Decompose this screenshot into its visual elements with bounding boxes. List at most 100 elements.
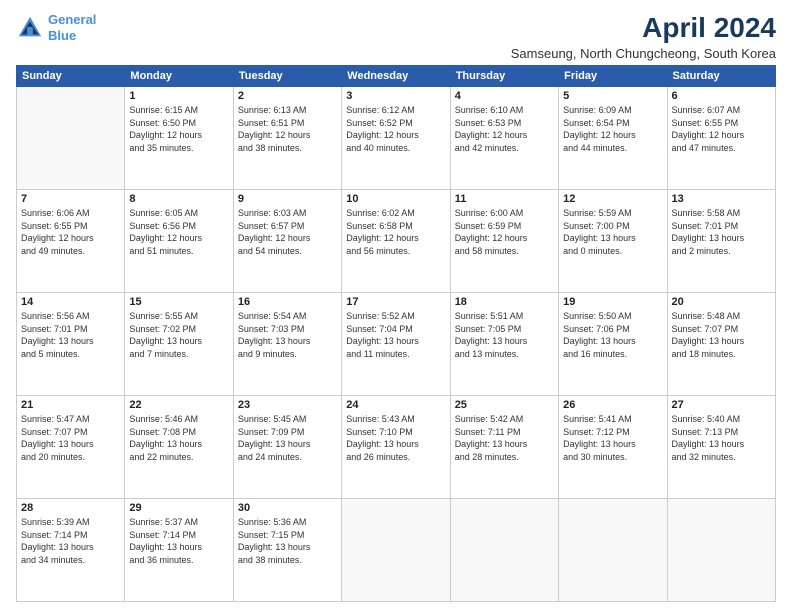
logo-general: General [48,12,96,27]
day-info: Sunrise: 5:51 AM Sunset: 7:05 PM Dayligh… [455,310,554,360]
logo: General Blue [16,12,96,43]
day-number: 24 [346,399,445,411]
calendar-day-header: Thursday [450,66,558,87]
calendar-week-row: 7 Sunrise: 6:06 AM Sunset: 6:55 PM Daylig… [17,190,776,293]
day-number: 26 [563,399,662,411]
day-number: 17 [346,296,445,308]
calendar-week-row: 1 Sunrise: 6:15 AM Sunset: 6:50 PM Daylig… [17,87,776,190]
calendar-cell: 7 Sunrise: 6:06 AM Sunset: 6:55 PM Daylig… [17,190,125,293]
day-info: Sunrise: 5:40 AM Sunset: 7:13 PM Dayligh… [672,413,771,463]
calendar-cell: 26 Sunrise: 5:41 AM Sunset: 7:12 PM Dayli… [559,396,667,499]
day-number: 27 [672,399,771,411]
calendar-cell: 23Sunrise: 5:45 AM Sunset: 7:09 PM Dayli… [233,396,341,499]
day-number: 3 [346,90,445,102]
day-number: 29 [129,502,228,514]
day-info: Sunrise: 6:06 AM Sunset: 6:55 PM Dayligh… [21,207,120,257]
logo-icon [16,14,44,42]
calendar-cell: 3 Sunrise: 6:12 AM Sunset: 6:52 PM Daylig… [342,87,450,190]
day-info: Sunrise: 5:43 AM Sunset: 7:10 PM Dayligh… [346,413,445,463]
day-info: Sunrise: 6:00 AM Sunset: 6:59 PM Dayligh… [455,207,554,257]
day-number: 11 [455,193,554,205]
day-info: Sunrise: 5:36 AM Sunset: 7:15 PM Dayligh… [238,516,337,566]
day-number: 30 [238,502,337,514]
day-number: 21 [21,399,120,411]
calendar-cell: 25 Sunrise: 5:42 AM Sunset: 7:11 PM Dayli… [450,396,558,499]
day-info: Sunrise: 6:02 AM Sunset: 6:58 PM Dayligh… [346,207,445,257]
calendar-day-header: Friday [559,66,667,87]
calendar-day-header: Saturday [667,66,775,87]
day-number: 28 [21,502,120,514]
day-info: Sunrise: 5:37 AM Sunset: 7:14 PM Dayligh… [129,516,228,566]
title-area: April 2024 Samseung, North Chungcheong, … [511,12,776,61]
calendar-cell: 2 Sunrise: 6:13 AM Sunset: 6:51 PM Daylig… [233,87,341,190]
calendar-cell: 21Sunrise: 5:47 AM Sunset: 7:07 PM Dayli… [17,396,125,499]
calendar-cell: 1 Sunrise: 6:15 AM Sunset: 6:50 PM Daylig… [125,87,233,190]
day-number: 6 [672,90,771,102]
day-number: 10 [346,193,445,205]
calendar-cell [17,87,125,190]
day-number: 4 [455,90,554,102]
calendar-header-row: SundayMondayTuesdayWednesdayThursdayFrid… [17,66,776,87]
day-number: 23 [238,399,337,411]
day-info: Sunrise: 6:05 AM Sunset: 6:56 PM Dayligh… [129,207,228,257]
calendar-table: SundayMondayTuesdayWednesdayThursdayFrid… [16,65,776,602]
calendar-cell: 17 Sunrise: 5:52 AM Sunset: 7:04 PM Dayli… [342,293,450,396]
day-info: Sunrise: 6:12 AM Sunset: 6:52 PM Dayligh… [346,104,445,154]
day-number: 8 [129,193,228,205]
day-number: 15 [129,296,228,308]
calendar-day-header: Sunday [17,66,125,87]
day-info: Sunrise: 6:09 AM Sunset: 6:54 PM Dayligh… [563,104,662,154]
day-info: Sunrise: 5:46 AM Sunset: 7:08 PM Dayligh… [129,413,228,463]
day-info: Sunrise: 5:48 AM Sunset: 7:07 PM Dayligh… [672,310,771,360]
day-info: Sunrise: 6:15 AM Sunset: 6:50 PM Dayligh… [129,104,228,154]
calendar-cell: 14 Sunrise: 5:56 AM Sunset: 7:01 PM Dayli… [17,293,125,396]
day-info: Sunrise: 5:41 AM Sunset: 7:12 PM Dayligh… [563,413,662,463]
calendar-week-row: 14 Sunrise: 5:56 AM Sunset: 7:01 PM Dayli… [17,293,776,396]
calendar-cell: 22 Sunrise: 5:46 AM Sunset: 7:08 PM Dayli… [125,396,233,499]
day-info: Sunrise: 5:54 AM Sunset: 7:03 PM Dayligh… [238,310,337,360]
calendar-cell: 10 Sunrise: 6:02 AM Sunset: 6:58 PM Dayli… [342,190,450,293]
calendar-cell: 6 Sunrise: 6:07 AM Sunset: 6:55 PM Daylig… [667,87,775,190]
day-number: 9 [238,193,337,205]
calendar-cell: 8 Sunrise: 6:05 AM Sunset: 6:56 PM Daylig… [125,190,233,293]
day-number: 20 [672,296,771,308]
day-info: Sunrise: 6:07 AM Sunset: 6:55 PM Dayligh… [672,104,771,154]
calendar-cell: 5Sunrise: 6:09 AM Sunset: 6:54 PM Daylig… [559,87,667,190]
day-info: Sunrise: 6:13 AM Sunset: 6:51 PM Dayligh… [238,104,337,154]
page: General Blue April 2024 Samseung, North … [0,0,792,612]
day-number: 2 [238,90,337,102]
day-info: Sunrise: 5:39 AM Sunset: 7:14 PM Dayligh… [21,516,120,566]
day-number: 13 [672,193,771,205]
calendar-day-header: Wednesday [342,66,450,87]
day-info: Sunrise: 6:03 AM Sunset: 6:57 PM Dayligh… [238,207,337,257]
calendar-cell: 30 Sunrise: 5:36 AM Sunset: 7:15 PM Dayli… [233,499,341,602]
calendar-day-header: Tuesday [233,66,341,87]
day-number: 19 [563,296,662,308]
day-number: 12 [563,193,662,205]
day-info: Sunrise: 5:42 AM Sunset: 7:11 PM Dayligh… [455,413,554,463]
day-info: Sunrise: 6:10 AM Sunset: 6:53 PM Dayligh… [455,104,554,154]
day-info: Sunrise: 5:55 AM Sunset: 7:02 PM Dayligh… [129,310,228,360]
calendar-cell: 11 Sunrise: 6:00 AM Sunset: 6:59 PM Dayli… [450,190,558,293]
day-info: Sunrise: 5:58 AM Sunset: 7:01 PM Dayligh… [672,207,771,257]
calendar-cell: 28 Sunrise: 5:39 AM Sunset: 7:14 PM Dayli… [17,499,125,602]
calendar-cell: 9 Sunrise: 6:03 AM Sunset: 6:57 PM Daylig… [233,190,341,293]
day-number: 7 [21,193,120,205]
calendar-cell: 20 Sunrise: 5:48 AM Sunset: 7:07 PM Dayli… [667,293,775,396]
day-number: 25 [455,399,554,411]
day-number: 16 [238,296,337,308]
calendar-day-header: Monday [125,66,233,87]
day-info: Sunrise: 5:56 AM Sunset: 7:01 PM Dayligh… [21,310,120,360]
calendar-cell: 19Sunrise: 5:50 AM Sunset: 7:06 PM Dayli… [559,293,667,396]
day-number: 18 [455,296,554,308]
calendar-cell: 18 Sunrise: 5:51 AM Sunset: 7:05 PM Dayli… [450,293,558,396]
calendar-cell: 27 Sunrise: 5:40 AM Sunset: 7:13 PM Dayli… [667,396,775,499]
day-info: Sunrise: 5:52 AM Sunset: 7:04 PM Dayligh… [346,310,445,360]
logo-blue: Blue [48,28,76,43]
calendar-week-row: 21Sunrise: 5:47 AM Sunset: 7:07 PM Dayli… [17,396,776,499]
day-number: 14 [21,296,120,308]
day-number: 1 [129,90,228,102]
calendar-week-row: 28 Sunrise: 5:39 AM Sunset: 7:14 PM Dayli… [17,499,776,602]
day-number: 22 [129,399,228,411]
header: General Blue April 2024 Samseung, North … [16,12,776,61]
